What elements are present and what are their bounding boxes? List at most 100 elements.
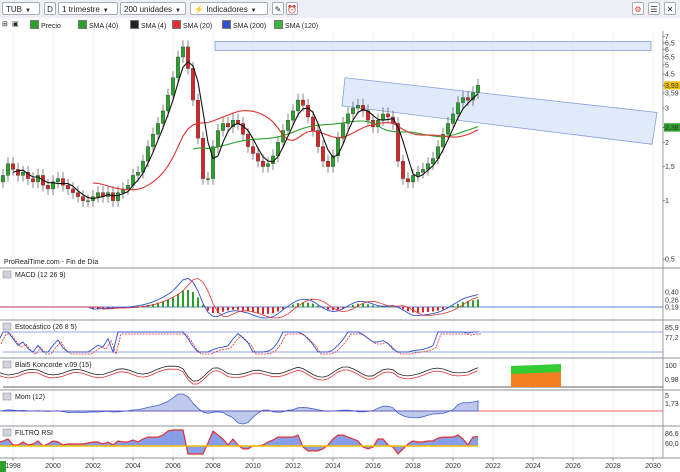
candle-body — [286, 120, 290, 131]
candle-body — [1, 175, 5, 183]
candle-body — [96, 192, 100, 197]
candle-body — [61, 178, 65, 186]
candle-body — [6, 163, 10, 176]
candle-body — [311, 116, 315, 131]
candle-body — [456, 102, 460, 115]
candle-body — [216, 130, 220, 147]
candle-body — [146, 146, 150, 162]
panel-title: MACD (12 26 9) — [15, 272, 66, 279]
candle-body — [211, 146, 215, 179]
macd-histogram-bar — [277, 307, 279, 312]
macd-histogram-bar — [442, 307, 444, 310]
chart-background — [0, 31, 680, 472]
price-tick-label: 1 — [665, 198, 669, 205]
macd-level-label: 0,19 — [665, 305, 679, 312]
time-tick-label: 2012 — [285, 463, 301, 470]
macd-histogram-bar — [267, 307, 269, 314]
panel-title: Estocástico (26 8 5) — [15, 324, 77, 331]
time-tick-label: 2016 — [365, 463, 381, 470]
candle-body — [161, 110, 165, 124]
candle-body — [21, 172, 25, 176]
candle-body — [466, 97, 470, 101]
candle-body — [206, 178, 210, 180]
panel-title: FILTRO RSI — [15, 430, 53, 437]
candle-body — [36, 175, 40, 183]
price-tick-label: 3,93 — [665, 83, 679, 90]
candle-body — [56, 178, 60, 183]
macd-histogram-bar — [177, 294, 179, 308]
time-tick-label: 2008 — [205, 463, 221, 470]
macd-histogram-bar — [212, 307, 214, 314]
macd-histogram-bar — [167, 299, 169, 308]
time-tick-label: 2002 — [85, 463, 101, 470]
candle-body — [176, 56, 180, 78]
time-tick-label: 2014 — [325, 463, 341, 470]
panel-title: Blai5 Koncorde v.09 (15) — [15, 362, 92, 369]
macd-histogram-bar — [292, 304, 294, 308]
source-label: ProRealTime.com - Fin de Día — [4, 259, 98, 266]
macd-histogram-bar — [472, 300, 474, 308]
candle-body — [251, 146, 255, 154]
macd-histogram-bar — [367, 304, 369, 308]
candle-body — [411, 175, 415, 183]
panel-icon — [2, 270, 12, 279]
panel-icon — [2, 322, 12, 331]
candle-body — [46, 185, 50, 190]
macd-histogram-bar — [362, 303, 364, 308]
macd-histogram-bar — [437, 307, 439, 311]
candle-body — [156, 123, 160, 135]
macd-histogram-bar — [422, 307, 424, 313]
macd-histogram-bar — [262, 307, 264, 315]
candle-body — [301, 99, 305, 106]
price-tick-label: 2 — [665, 140, 669, 147]
candle-body — [416, 172, 420, 176]
candle-body — [306, 105, 310, 118]
macd-histogram-bar — [207, 307, 209, 311]
price-tick-label: 3,59 — [665, 90, 679, 97]
macd-histogram-bar — [192, 292, 194, 308]
macd-histogram-bar — [427, 307, 429, 312]
candle-body — [461, 97, 465, 103]
price-tick-label: 5,5 — [665, 55, 675, 62]
panel-icon — [2, 392, 12, 401]
resistance-zone-2008 — [214, 41, 652, 51]
rsi-level-label: 60,0 — [665, 441, 679, 448]
mom-level-label: 1,73 — [665, 401, 679, 408]
macd-histogram-bar — [417, 307, 419, 313]
candle-body — [291, 110, 295, 121]
time-tick-label: 2028 — [605, 463, 621, 470]
macd-histogram-bar — [337, 307, 339, 310]
candle-body — [321, 146, 325, 162]
candle-body — [266, 163, 270, 167]
macd-histogram-bar — [272, 307, 274, 314]
macd-histogram-bar — [317, 305, 319, 308]
macd-histogram-bar — [452, 305, 454, 308]
macd-histogram-bar — [242, 307, 244, 311]
price-tick-label: 6 — [665, 47, 669, 54]
macd-level-label: 0,26 — [665, 298, 679, 305]
candle-body — [296, 99, 300, 112]
time-tick-label: 2004 — [125, 463, 141, 470]
chart-area[interactable]: ProRealTime.com - Fin de Día76,565,554,5… — [0, 0, 680, 472]
macd-histogram-bar — [382, 306, 384, 308]
candle-body — [186, 46, 190, 69]
candle-body — [421, 169, 425, 173]
macd-histogram-bar — [232, 307, 234, 310]
time-tick-label: 1998 — [5, 463, 21, 470]
candle-body — [341, 123, 345, 139]
candle-body — [431, 158, 435, 164]
candle-body — [71, 188, 75, 193]
candle-body — [196, 99, 200, 139]
mom-level-label: 5 — [665, 393, 669, 400]
macd-histogram-bar — [237, 307, 239, 310]
time-tick-label: 2026 — [565, 463, 581, 470]
candle-body — [386, 113, 390, 118]
stoch-level-label: 77,2 — [665, 335, 679, 342]
price-tick-label: 5 — [665, 63, 669, 70]
candle-body — [381, 113, 385, 121]
candle-body — [446, 123, 450, 135]
price-tick-label: 2,38 — [665, 125, 679, 132]
stoch-level-label: 85,9 — [665, 325, 679, 332]
candle-body — [201, 138, 205, 179]
candle-body — [226, 123, 230, 128]
